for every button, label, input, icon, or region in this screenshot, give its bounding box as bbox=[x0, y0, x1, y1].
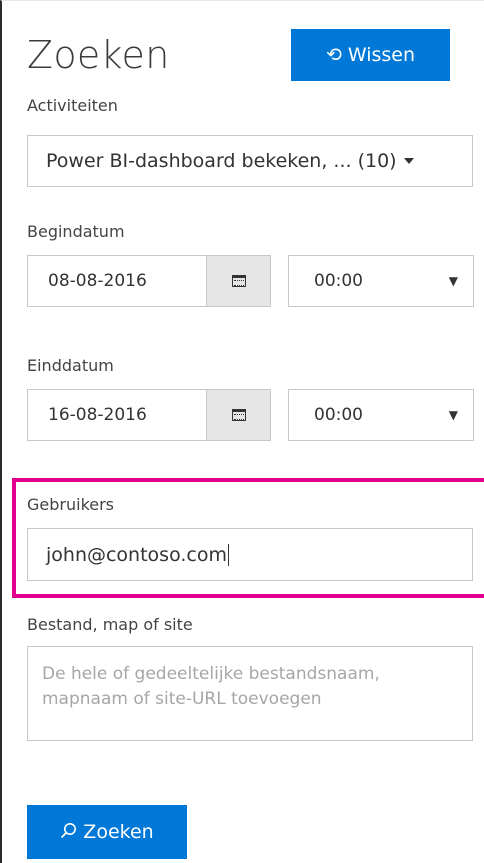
text-cursor bbox=[227, 543, 229, 566]
file-folder-site-input[interactable]: De hele of gedeeltelijke bestandsnaam, m… bbox=[27, 646, 473, 741]
end-date-input[interactable]: 16-08-2016 bbox=[27, 389, 207, 441]
file-input-placeholder: De hele of gedeeltelijke bestandsnaam, m… bbox=[42, 664, 380, 709]
start-date-label: Begindatum bbox=[27, 222, 125, 241]
clear-button-label: Wissen bbox=[347, 44, 416, 66]
start-date-input[interactable]: 08-08-2016 bbox=[27, 255, 207, 307]
users-input-value: john@contoso.com bbox=[46, 543, 227, 566]
end-date-value: 16-08-2016 bbox=[48, 405, 147, 425]
activities-selected-value: Power BI-dashboard bekeken, ... (10) bbox=[46, 150, 397, 172]
page-title: Zoeken bbox=[27, 33, 170, 77]
end-time-select[interactable]: 00:00 ▼ bbox=[288, 389, 474, 441]
calendar-icon bbox=[231, 409, 246, 421]
activities-dropdown[interactable]: Power BI-dashboard bekeken, ... (10) bbox=[27, 135, 473, 187]
end-date-calendar-button[interactable] bbox=[207, 389, 271, 441]
users-label: Gebruikers bbox=[27, 495, 115, 514]
activities-label: Activiteiten bbox=[27, 96, 118, 115]
search-button-label: Zoeken bbox=[83, 821, 154, 843]
end-time-value: 00:00 bbox=[314, 405, 363, 425]
calendar-icon bbox=[231, 275, 246, 287]
triangle-down-icon: ▼ bbox=[448, 274, 458, 288]
start-date-calendar-button[interactable] bbox=[207, 255, 271, 307]
end-date-label: Einddatum bbox=[27, 356, 114, 375]
start-time-select[interactable]: 00:00 ▼ bbox=[288, 255, 474, 307]
triangle-down-icon: ▼ bbox=[448, 408, 458, 422]
users-input[interactable]: john@contoso.com bbox=[27, 528, 473, 581]
file-label: Bestand, map of site bbox=[27, 615, 193, 634]
search-button[interactable]: Zoeken bbox=[27, 805, 187, 859]
undo-icon: ⟲ bbox=[325, 43, 342, 66]
search-panel: Zoeken ⟲ Wissen Activiteiten Power BI-da… bbox=[0, 0, 484, 863]
search-icon bbox=[60, 822, 77, 843]
start-date-value: 08-08-2016 bbox=[48, 271, 147, 291]
start-time-value: 00:00 bbox=[314, 271, 363, 291]
clear-button[interactable]: ⟲ Wissen bbox=[291, 29, 450, 81]
caret-down-icon bbox=[403, 158, 414, 164]
